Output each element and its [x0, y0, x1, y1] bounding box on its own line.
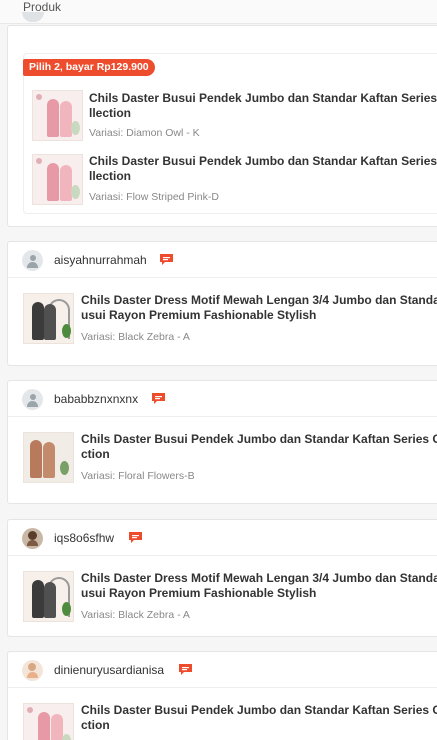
product-title[interactable]: Chils Daster Dress Motif Mewah Lengan 3/… — [81, 571, 437, 586]
product-title-cont[interactable]: usui Rayon Premium Fashionable Stylish — [81, 308, 437, 323]
review-card: iqs8o6sfhw Chils Daster Dress Motif Mewa… — [7, 519, 437, 637]
username[interactable]: iqs8o6sfhw — [54, 531, 114, 545]
review-card: dinienuryusardianisa Chils Daster Busui … — [7, 651, 437, 740]
review-card-header: iqs8o6sfhw — [8, 520, 437, 556]
product-thumbnail[interactable] — [23, 571, 74, 622]
product-variant: Variasi: Black Zebra - A — [81, 609, 190, 621]
product-title[interactable]: Chils Daster Busui Pendek Jumbo dan Stan… — [89, 91, 437, 106]
review-card: aisyahnurrahmah Chils Daster Dress Motif… — [7, 241, 437, 366]
review-card-header: dinienuryusardianisa — [8, 652, 437, 688]
username[interactable]: bababbznxnxnx — [54, 392, 138, 406]
avatar — [22, 660, 43, 681]
product-variant: Variasi: Black Zebra - A — [81, 331, 190, 343]
avatar — [22, 250, 43, 271]
product-variant: Variasi: Diamon Owl - K — [89, 127, 200, 139]
avatar — [22, 528, 43, 549]
review-card-header: aisyahnurrahmah — [8, 242, 437, 278]
chat-icon[interactable] — [159, 253, 174, 266]
product-thumbnail[interactable] — [32, 90, 83, 141]
chat-icon[interactable] — [128, 531, 143, 544]
product-title[interactable]: Chils Daster Dress Motif Mewah Lengan 3/… — [81, 293, 437, 308]
product-variant: Variasi: Floral Flowers-B — [81, 470, 195, 482]
product-thumbnail[interactable] — [23, 432, 74, 483]
review-card-header: bababbznxnxnx — [8, 381, 437, 417]
username[interactable]: aisyahnurrahmah — [54, 253, 147, 267]
product-title-cont[interactable]: llection — [89, 169, 437, 184]
order-card: Pilih 2, bayar Rp129.900 Chils Daster Bu… — [7, 25, 437, 227]
username[interactable]: dinienuryusardianisa — [54, 663, 164, 677]
product-title-cont[interactable]: ction — [81, 447, 437, 462]
product-title-cont[interactable]: usui Rayon Premium Fashionable Stylish — [81, 586, 437, 601]
product-title[interactable]: Chils Daster Busui Pendek Jumbo dan Stan… — [81, 432, 437, 447]
product-thumbnail[interactable] — [32, 154, 83, 205]
promo-badge: Pilih 2, bayar Rp129.900 — [23, 59, 155, 76]
bundle-box — [23, 53, 437, 214]
avatar — [22, 12, 44, 22]
product-title-cont[interactable]: ction — [81, 718, 437, 733]
review-card: bababbznxnxnx Chils Daster Busui Pendek … — [7, 380, 437, 504]
product-thumbnail[interactable] — [23, 703, 74, 740]
avatar — [22, 389, 43, 410]
product-title-cont[interactable]: llection — [89, 106, 437, 121]
product-title[interactable]: Chils Daster Busui Pendek Jumbo dan Stan… — [89, 154, 437, 169]
product-variant: Variasi: Flow Striped Pink-D — [89, 191, 219, 203]
table-header: Produk — [0, 0, 437, 24]
chat-icon[interactable] — [151, 392, 166, 405]
product-title[interactable]: Chils Daster Busui Pendek Jumbo dan Stan… — [81, 703, 437, 718]
chat-icon[interactable] — [178, 663, 193, 676]
product-thumbnail[interactable] — [23, 293, 74, 344]
